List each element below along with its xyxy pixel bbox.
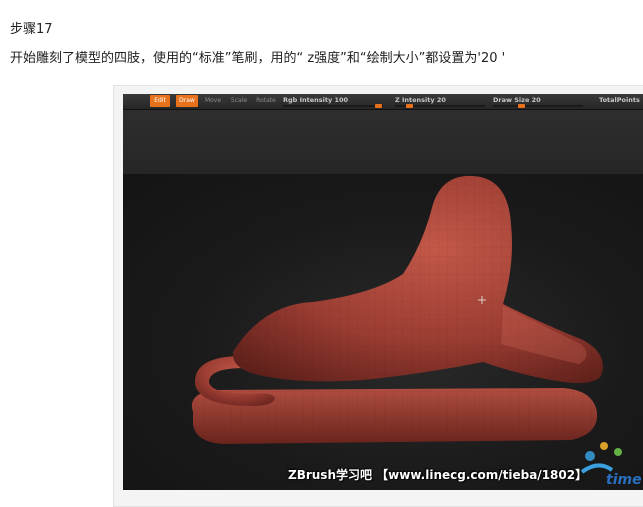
site-logo: time <box>580 442 642 488</box>
step-title: 步骤17 <box>10 22 53 37</box>
watermark-caption: ZBrush学习吧 【www.linecg.com/tieba/1802】 <box>288 468 588 482</box>
logo-text: time <box>606 472 642 488</box>
step-description: 开始雕刻了模型的四肢，使用的“标准”笔刷，用的“ z强度”和“绘制大小”都设置为… <box>10 51 506 66</box>
sculpted-model <box>191 175 603 444</box>
zbrush-screenshot: Edit Draw Move Scale Rotate Rgb Intensit… <box>123 94 643 490</box>
